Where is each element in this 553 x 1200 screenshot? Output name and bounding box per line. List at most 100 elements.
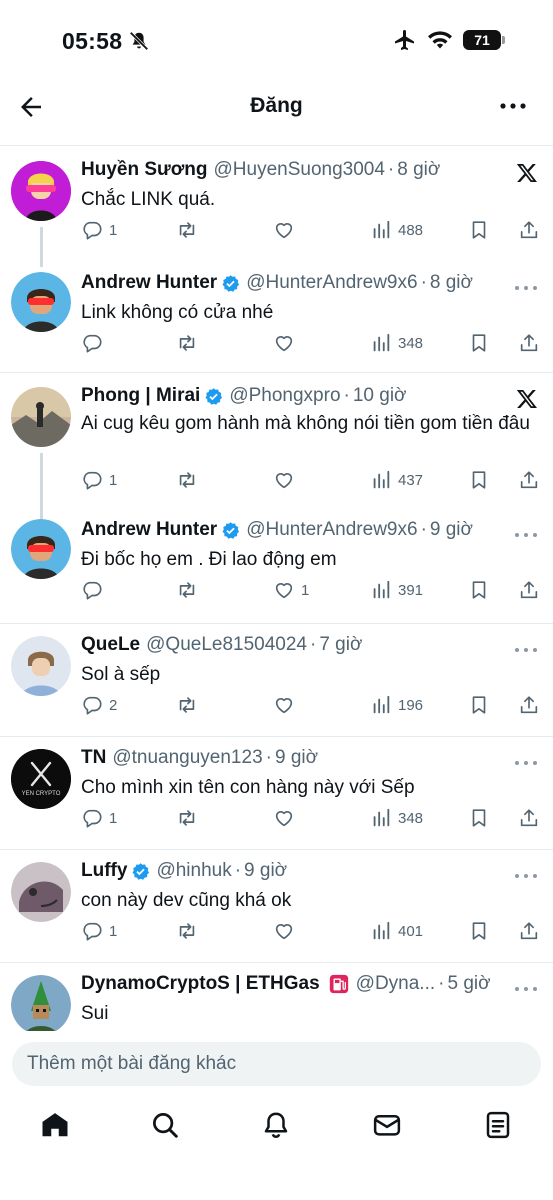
like-button[interactable] xyxy=(273,332,301,354)
more-icon[interactable] xyxy=(513,529,539,541)
reply-post[interactable]: DynamoCryptoS | ETHGas @Dyna... · 5 giờ … xyxy=(0,963,553,1031)
share-button[interactable] xyxy=(518,332,540,354)
avatar[interactable] xyxy=(11,161,71,221)
author-name[interactable]: Luffy xyxy=(81,860,127,882)
repost-button[interactable] xyxy=(176,579,198,601)
x-logo-icon[interactable] xyxy=(515,161,539,185)
author-handle[interactable]: @Phongxpro xyxy=(229,385,340,407)
avatar[interactable] xyxy=(11,272,71,332)
repost-button[interactable] xyxy=(176,469,198,491)
reply-post[interactable]: Andrew Hunter @HunterAndrew9x6 · 9 giờ Đ… xyxy=(0,511,553,624)
views-button[interactable]: 348 xyxy=(370,807,423,829)
reply-button[interactable] xyxy=(81,579,109,601)
author-name[interactable]: TN xyxy=(81,747,106,769)
repost-button[interactable] xyxy=(176,920,198,942)
repost-button[interactable] xyxy=(176,219,198,241)
post-time[interactable]: 8 giờ xyxy=(397,159,440,181)
views-button[interactable]: 437 xyxy=(370,469,423,491)
like-button[interactable] xyxy=(273,219,301,241)
more-icon[interactable] xyxy=(513,870,539,882)
reply-post[interactable]: Huyền Sương @HuyenSuong3004 · 8 giờ Chắc… xyxy=(0,147,553,267)
reply-button[interactable]: 1 xyxy=(81,920,117,942)
post-time[interactable]: 8 giờ xyxy=(430,272,473,294)
author-name[interactable]: Huyền Sương xyxy=(81,159,208,181)
avatar[interactable] xyxy=(11,975,71,1031)
avatar[interactable] xyxy=(11,862,71,922)
author-name[interactable]: DynamoCryptoS | ETHGas xyxy=(81,973,320,995)
author-name[interactable]: Andrew Hunter xyxy=(81,272,217,294)
post-time[interactable]: 9 giờ xyxy=(244,860,287,882)
search-icon[interactable] xyxy=(150,1110,180,1140)
replies-feed[interactable]: Huyền Sương @HuyenSuong3004 · 8 giờ Chắc… xyxy=(0,147,553,1031)
share-button[interactable] xyxy=(518,469,540,491)
share-button[interactable] xyxy=(518,807,540,829)
lists-icon[interactable] xyxy=(483,1110,513,1140)
reply-button[interactable]: 1 xyxy=(81,219,117,241)
bookmark-button[interactable] xyxy=(468,219,490,241)
more-icon[interactable] xyxy=(513,644,539,656)
views-button[interactable]: 348 xyxy=(370,332,423,354)
post-time[interactable]: 9 giờ xyxy=(275,747,318,769)
repost-button[interactable] xyxy=(176,807,198,829)
post-header: TN @tnuanguyen123 · 9 giờ xyxy=(81,747,505,769)
author-handle[interactable]: @hinhuk xyxy=(156,860,231,882)
bookmark-button[interactable] xyxy=(468,807,490,829)
bookmark-button[interactable] xyxy=(468,332,490,354)
reply-button[interactable]: 1 xyxy=(81,469,117,491)
reply-post[interactable]: QueLe @QueLe81504024 · 7 giờ Sol à sếp 2… xyxy=(0,624,553,737)
post-time[interactable]: 5 giờ xyxy=(447,973,490,995)
reply-post[interactable]: YEN CRYPTO TN @tnuanguyen123 · 9 giờ Cho… xyxy=(0,737,553,850)
author-handle[interactable]: @tnuanguyen123 xyxy=(112,747,262,769)
more-icon[interactable] xyxy=(513,983,539,995)
bookmark-button[interactable] xyxy=(468,920,490,942)
reply-post[interactable]: Phong | Mirai @Phongxpro · 10 giờ Ai cug… xyxy=(0,373,553,519)
reply-post[interactable]: Andrew Hunter @HunterAndrew9x6 · 8 giờ L… xyxy=(0,260,553,373)
author-name[interactable]: Andrew Hunter xyxy=(81,519,217,541)
avatar[interactable] xyxy=(11,636,71,696)
repost-button[interactable] xyxy=(176,332,198,354)
reply-composer-input[interactable]: Thêm một bài đăng khác xyxy=(12,1042,541,1086)
bookmark-button[interactable] xyxy=(468,579,490,601)
views-button[interactable]: 401 xyxy=(370,920,423,942)
post-time[interactable]: 7 giờ xyxy=(319,634,362,656)
more-options-icon[interactable] xyxy=(499,94,527,118)
bookmark-button[interactable] xyxy=(468,469,490,491)
bookmark-button[interactable] xyxy=(468,694,490,716)
notifications-icon[interactable] xyxy=(261,1110,291,1140)
share-button[interactable] xyxy=(518,920,540,942)
author-name[interactable]: Phong | Mirai xyxy=(81,385,200,407)
post-time[interactable]: 9 giờ xyxy=(430,519,473,541)
like-button[interactable] xyxy=(273,694,301,716)
views-button[interactable]: 488 xyxy=(370,219,423,241)
author-handle[interactable]: @HuyenSuong3004 xyxy=(214,159,385,181)
like-button[interactable]: 1 xyxy=(273,579,309,601)
x-logo-icon[interactable] xyxy=(515,387,539,411)
author-handle[interactable]: @Dyna... xyxy=(356,973,435,995)
author-handle[interactable]: @HunterAndrew9x6 xyxy=(246,519,417,541)
author-name[interactable]: QueLe xyxy=(81,634,140,656)
reply-button[interactable]: 2 xyxy=(81,694,117,716)
post-time[interactable]: 10 giờ xyxy=(353,385,407,407)
more-icon[interactable] xyxy=(513,282,539,294)
repost-button[interactable] xyxy=(176,694,198,716)
messages-icon[interactable] xyxy=(372,1110,402,1140)
reply-post[interactable]: Luffy @hinhuk · 9 giờ con này dev cũng k… xyxy=(0,850,553,963)
post-header: Andrew Hunter @HunterAndrew9x6 · 9 giờ xyxy=(81,519,505,541)
avatar[interactable]: YEN CRYPTO xyxy=(11,749,71,809)
like-button[interactable] xyxy=(273,920,301,942)
share-button[interactable] xyxy=(518,579,540,601)
home-icon[interactable] xyxy=(40,1110,70,1140)
views-button[interactable]: 196 xyxy=(370,694,423,716)
avatar[interactable] xyxy=(11,387,71,447)
share-button[interactable] xyxy=(518,694,540,716)
like-button[interactable] xyxy=(273,807,301,829)
reply-button[interactable] xyxy=(81,332,109,354)
views-button[interactable]: 391 xyxy=(370,579,423,601)
like-button[interactable] xyxy=(273,469,301,491)
more-icon[interactable] xyxy=(513,757,539,769)
avatar[interactable] xyxy=(11,519,71,579)
author-handle[interactable]: @HunterAndrew9x6 xyxy=(246,272,417,294)
reply-button[interactable]: 1 xyxy=(81,807,117,829)
share-button[interactable] xyxy=(518,219,540,241)
author-handle[interactable]: @QueLe81504024 xyxy=(146,634,307,656)
